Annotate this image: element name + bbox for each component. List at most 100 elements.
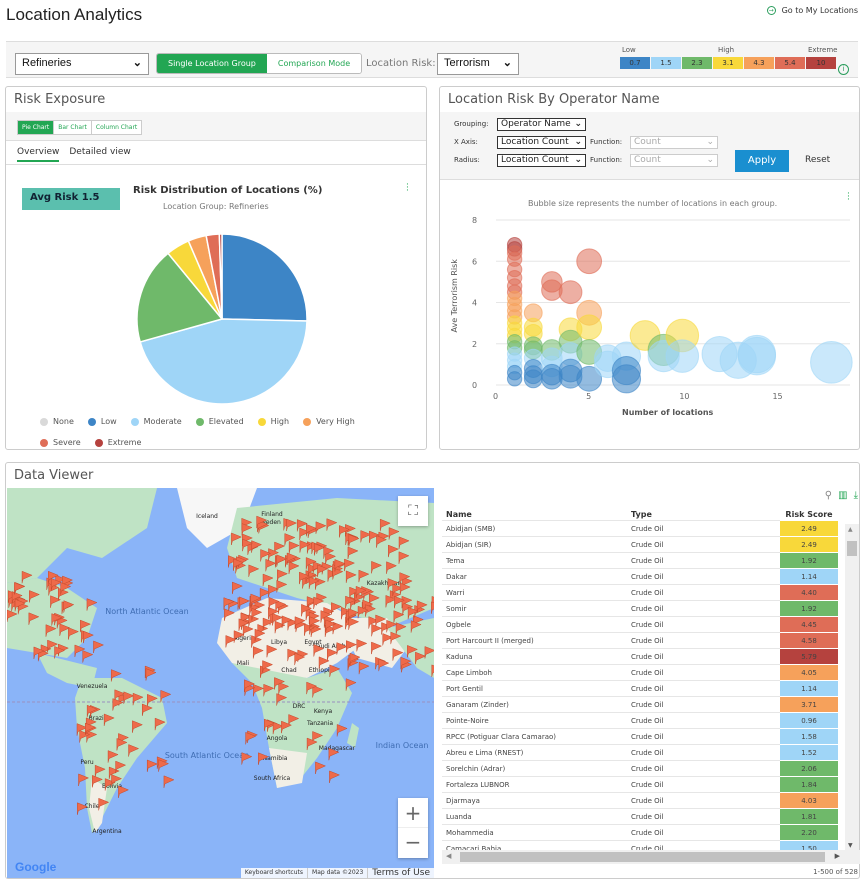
table-row[interactable]: Somir Crude Oil 1.92 <box>442 600 838 617</box>
tab-pie-chart[interactable]: Pie Chart <box>18 121 55 134</box>
bubble-point[interactable] <box>611 364 642 394</box>
zoom-out-button[interactable]: − <box>398 828 428 858</box>
radius-function-select[interactable]: Count ⌄ <box>630 154 718 167</box>
legend-item-high[interactable]: High <box>257 417 289 426</box>
table-row[interactable]: Kaduna Crude Oil 5.79 <box>442 648 838 665</box>
bubble-point[interactable] <box>523 369 543 389</box>
table-row[interactable]: Djarmaya Crude Oil 4.03 <box>442 792 838 809</box>
bubble-point[interactable] <box>665 339 700 373</box>
table-row[interactable]: Tema Crude Oil 1.92 <box>442 552 838 569</box>
bubble-point[interactable] <box>737 336 777 376</box>
fullscreen-button[interactable]: ⛶ <box>398 496 428 526</box>
chart-menu-icon[interactable]: · · · <box>847 190 850 205</box>
scroll-right-icon[interactable]: ▶ <box>835 852 840 860</box>
table-row[interactable]: Abreu e Lima (RNEST) Crude Oil 1.52 <box>442 744 838 761</box>
column-header-type[interactable]: Type <box>627 509 780 521</box>
horizontal-scrollbar[interactable]: ◀ ▶ <box>442 850 860 864</box>
row-name: Port Harcourt II (merged) <box>442 632 627 649</box>
bubble-point[interactable] <box>576 248 603 275</box>
page-title: Location Analytics <box>6 5 143 24</box>
bubble-point[interactable] <box>810 340 853 384</box>
location-marker[interactable] <box>232 581 243 595</box>
table-row[interactable]: Pointe-Noire Crude Oil 0.96 <box>442 712 838 729</box>
tab-column-chart[interactable]: Column Chart <box>92 121 141 134</box>
location-marker[interactable] <box>163 775 175 788</box>
x-axis-select[interactable]: Location Count ⌄ <box>497 136 586 149</box>
apply-button[interactable]: Apply <box>735 150 789 172</box>
table-row[interactable]: Ogbele Crude Oil 4.45 <box>442 616 838 633</box>
table-row[interactable]: Dakar Crude Oil 1.14 <box>442 568 838 585</box>
row-type: Crude Oil <box>627 808 780 825</box>
go-to-my-locations-link[interactable]: → Go to My Locations <box>766 6 858 15</box>
keyboard-shortcuts-link[interactable]: Keyboard shortcuts <box>241 868 309 878</box>
reset-button[interactable]: Reset <box>805 155 830 165</box>
location-marker[interactable] <box>431 601 434 614</box>
location-marker[interactable] <box>358 661 370 675</box>
table-row[interactable]: Sorelchin (Adrar) Crude Oil 2.06 <box>442 760 838 777</box>
comparison-mode-button[interactable]: Comparison Mode <box>266 54 362 73</box>
scroll-up-icon[interactable]: ▲ <box>848 526 853 533</box>
chart-menu-icon[interactable]: · · · <box>406 181 409 196</box>
tab-bar-chart[interactable]: Bar Chart <box>54 121 92 134</box>
terms-of-use-link[interactable]: Terms of Use <box>368 868 434 878</box>
download-icon[interactable]: ⤓ <box>854 490 858 501</box>
table-row[interactable]: Abidjan (SMB) Crude Oil 2.49 <box>442 520 838 537</box>
location-marker[interactable] <box>329 770 341 783</box>
vertical-scroll-thumb[interactable] <box>847 541 857 556</box>
location-group-select[interactable]: Refineries ⌄ <box>15 53 149 75</box>
scroll-down-icon[interactable]: ▼ <box>848 842 853 849</box>
table-row[interactable]: Mohammedia Crude Oil 2.20 <box>442 824 838 841</box>
bubble-point[interactable] <box>576 314 603 341</box>
legend-item-severe[interactable]: Severe <box>40 438 81 447</box>
table-row[interactable]: Port Gentil Crude Oil 1.14 <box>442 680 838 697</box>
table-row[interactable]: Abidjan (SIR) Crude Oil 2.49 <box>442 536 838 553</box>
tab-overview[interactable]: Overview <box>17 147 60 162</box>
table-row[interactable]: Port Harcourt II (merged) Crude Oil 4.58 <box>442 632 838 649</box>
column-header-name[interactable]: Name <box>442 509 627 521</box>
location-marker[interactable] <box>315 761 327 774</box>
radius-select[interactable]: Location Count ⌄ <box>497 154 586 167</box>
legend-item-extreme[interactable]: Extreme <box>94 438 141 447</box>
legend-item-none[interactable]: None <box>40 417 74 426</box>
legend-item-elevated[interactable]: Elevated <box>195 417 244 426</box>
info-icon[interactable]: i <box>838 64 849 75</box>
x-function-select[interactable]: Count ⌄ <box>630 136 718 149</box>
location-marker[interactable] <box>241 752 253 765</box>
risk-type-select[interactable]: Terrorism ⌄ <box>437 53 519 75</box>
location-marker[interactable] <box>146 759 158 773</box>
legend-item-low[interactable]: Low <box>87 417 117 426</box>
location-marker[interactable] <box>336 724 348 737</box>
column-header-risk-score[interactable]: Risk Score <box>780 509 838 521</box>
y-tick-label: 8 <box>472 216 477 225</box>
bubble-point[interactable] <box>558 280 583 305</box>
location-marker[interactable] <box>82 650 94 663</box>
legend-item-moderate[interactable]: Moderate <box>130 417 182 426</box>
location-marker[interactable] <box>93 640 105 654</box>
zoom-in-button[interactable]: + <box>398 798 428 828</box>
single-location-group-button[interactable]: Single Location Group <box>157 54 267 73</box>
grouping-select[interactable]: Operator Name ⌄ <box>497 118 586 131</box>
columns-icon[interactable]: ▥ <box>838 490 847 501</box>
table-row[interactable]: RPCC (Potiguar Clara Camarao) Crude Oil 1.… <box>442 728 838 745</box>
vertical-scrollbar[interactable]: ▲ ▼ <box>845 524 859 851</box>
bubble-point[interactable] <box>506 371 523 387</box>
location-marker[interactable] <box>158 759 170 772</box>
map-canvas[interactable]: Iceland FinlandSwedenKazakhstanNorth Atla… <box>7 488 434 878</box>
table-row[interactable]: Luanda Crude Oil 1.81 <box>442 808 838 825</box>
tab-detailed-view[interactable]: Detailed view <box>69 147 130 162</box>
table-row[interactable]: Cape Limboh Crude Oil 4.05 <box>442 664 838 681</box>
search-icon[interactable]: ⚲ <box>825 490 832 501</box>
scroll-left-icon[interactable]: ◀ <box>446 852 451 860</box>
row-type: Crude Oil <box>627 584 780 601</box>
legend-item-very-high[interactable]: Very High <box>303 417 355 426</box>
horizontal-scroll-thumb[interactable] <box>460 852 825 862</box>
legend-dot <box>40 417 48 426</box>
table-row[interactable]: Warri Crude Oil 4.40 <box>442 584 838 601</box>
table-row[interactable]: Fortaleza LUBNOR Crude Oil 1.84 <box>442 776 838 793</box>
location-marker[interactable] <box>83 630 94 644</box>
map[interactable]: Iceland Finland Sweden Kazakhstan North Atla… <box>7 488 434 878</box>
location-marker[interactable] <box>118 785 130 798</box>
table-row[interactable]: Ganaram (Zinder) Crude Oil 3.71 <box>442 696 838 713</box>
pie-slice-low[interactable] <box>221 233 308 322</box>
x-tick-label: 5 <box>586 392 591 401</box>
